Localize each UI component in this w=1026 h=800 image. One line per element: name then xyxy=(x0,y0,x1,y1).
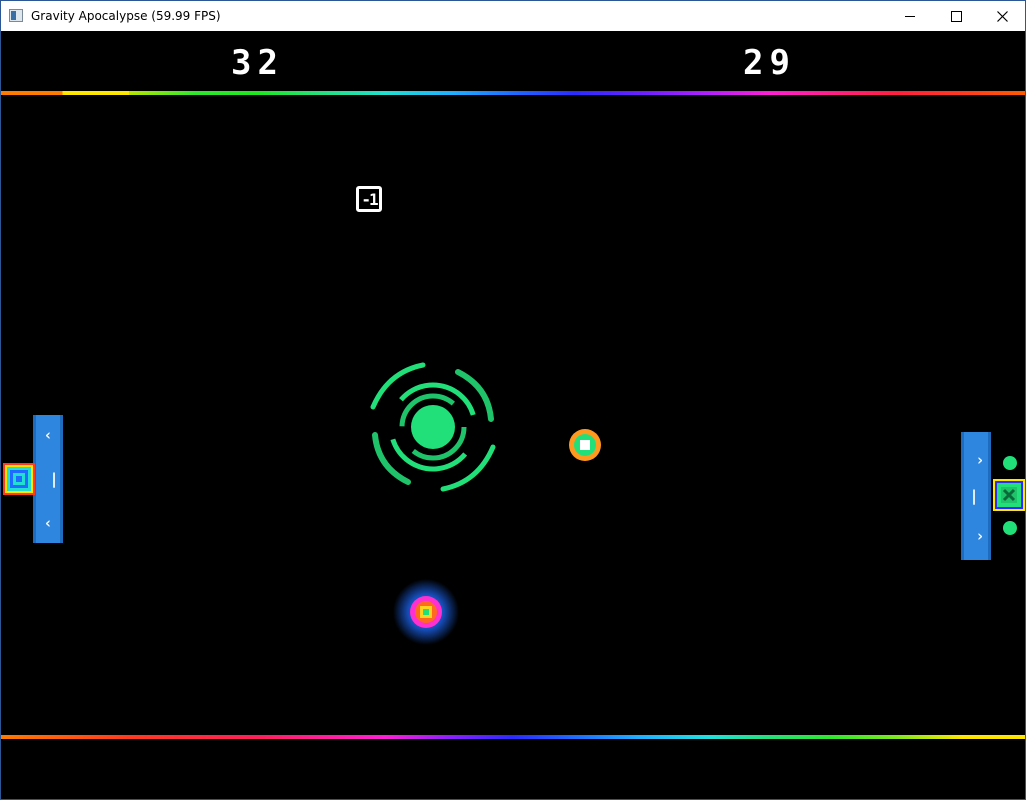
right-extra-dot-bottom xyxy=(1003,521,1017,535)
app-icon xyxy=(9,9,23,22)
right-paddle-mark-top: › xyxy=(975,451,985,469)
player-right-score: 29 xyxy=(743,43,796,83)
bottom-boundary-bar xyxy=(1,735,1025,739)
left-paddle: ‹ | ‹ xyxy=(33,415,63,543)
gravity-vortex xyxy=(370,362,496,492)
close-icon xyxy=(996,10,1008,22)
right-paddle-mark-bottom: › xyxy=(975,527,985,545)
gravity-orb xyxy=(393,579,459,645)
title-bar[interactable]: Gravity Apocalypse (59.99 FPS) xyxy=(1,1,1025,31)
right-paddle: › | › xyxy=(961,432,991,560)
game-ball xyxy=(569,429,601,461)
left-paddle-mark-bottom: ‹ xyxy=(43,514,53,532)
game-window: Gravity Apocalypse (59.99 FPS) 32 29 -1 xyxy=(0,0,1026,800)
maximize-button[interactable] xyxy=(933,1,979,31)
left-goal-marker-icon xyxy=(3,463,35,495)
window-title: Gravity Apocalypse (59.99 FPS) xyxy=(31,9,221,23)
left-paddle-mark-middle: | xyxy=(49,470,59,488)
powerup-label: -1 xyxy=(361,189,378,209)
right-extra-dot-top xyxy=(1003,456,1017,470)
right-paddle-mark-middle: | xyxy=(969,487,979,505)
right-goal-marker-icon xyxy=(993,479,1025,511)
top-boundary-bar xyxy=(1,91,1025,95)
close-button[interactable] xyxy=(979,1,1025,31)
minimize-icon xyxy=(905,15,915,17)
maximize-icon xyxy=(950,10,962,22)
minimize-button[interactable] xyxy=(887,1,933,31)
minus-one-powerup-icon: -1 xyxy=(353,183,385,215)
game-canvas[interactable]: 32 29 -1 ‹ | ‹ › | › xyxy=(1,31,1025,799)
left-paddle-mark-top: ‹ xyxy=(43,426,53,444)
player-left-score: 32 xyxy=(231,43,284,83)
